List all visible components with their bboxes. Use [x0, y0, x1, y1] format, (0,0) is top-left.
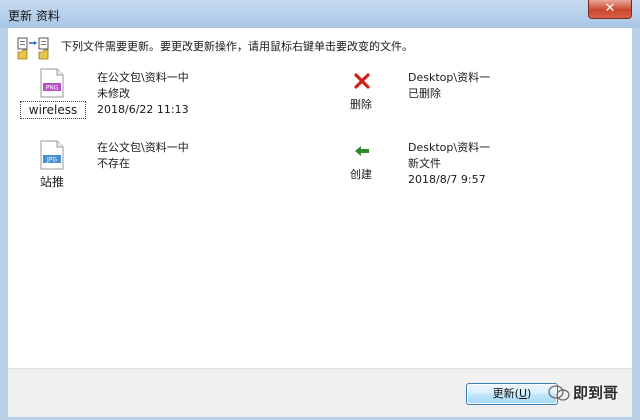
png-file-icon: PNG [38, 68, 66, 98]
green-left-arrow-icon[interactable] [353, 142, 371, 160]
source-location: 在公文包\资料一中 [97, 141, 189, 154]
window-title: 更新 资料 [8, 9, 60, 23]
action-label[interactable]: 创建 [350, 166, 380, 182]
window-frame-left [0, 28, 8, 420]
briefcase-sync-icon [17, 37, 49, 60]
file-row-zhantui[interactable]: JPG 站推 在公文包\资料一中 不存在 创建 Desktop\资料一 新文件 … [8, 140, 632, 204]
source-date: 2018/6/22 11:13 [97, 103, 189, 116]
action-label[interactable]: 删除 [350, 96, 380, 112]
dialog-content: 下列文件需要更新。要更改更新操作，请用鼠标右键单击要改变的文件。 PNG wir… [8, 28, 632, 417]
button-bar: 更新(U) 即到哥 [8, 368, 632, 417]
source-status: 未修改 [97, 87, 130, 100]
update-button[interactable]: 更新(U) [466, 383, 558, 405]
dest-status: 已删除 [408, 87, 441, 100]
file-row-wireless[interactable]: PNG wireless 在公文包\资料一中 未修改 2018/6/22 11:… [8, 68, 632, 132]
window-frame-right [632, 28, 640, 420]
watermark-text: 即到哥 [573, 384, 619, 402]
jpg-file-icon: JPG [38, 140, 66, 170]
update-dialog: 更新 资料 ✕ 下列文件需要更新。要更改更新操作，请用鼠标右键单击要改变的文件。 [0, 0, 640, 420]
title-bar[interactable]: 更新 资料 ✕ [0, 0, 640, 29]
source-status: 不存在 [97, 157, 130, 170]
dest-location: Desktop\资料一 [408, 71, 491, 84]
file-name[interactable]: wireless [20, 101, 86, 119]
source-location: 在公文包\资料一中 [97, 71, 189, 84]
update-button-label: 更新 [492, 387, 515, 400]
svg-text:JPG: JPG [46, 157, 57, 164]
file-name[interactable]: 站推 [20, 173, 84, 190]
close-icon: ✕ [604, 1, 616, 16]
update-hotkey: U [518, 387, 528, 400]
svg-text:PNG: PNG [46, 85, 59, 92]
dest-date: 2018/8/7 9:57 [408, 173, 486, 186]
close-button[interactable]: ✕ [588, 0, 632, 19]
red-x-icon[interactable] [353, 72, 371, 90]
dest-location: Desktop\资料一 [408, 141, 491, 154]
instruction-text: 下列文件需要更新。要更改更新操作，请用鼠标右键单击要改变的文件。 [61, 40, 413, 53]
dest-status: 新文件 [408, 157, 441, 170]
